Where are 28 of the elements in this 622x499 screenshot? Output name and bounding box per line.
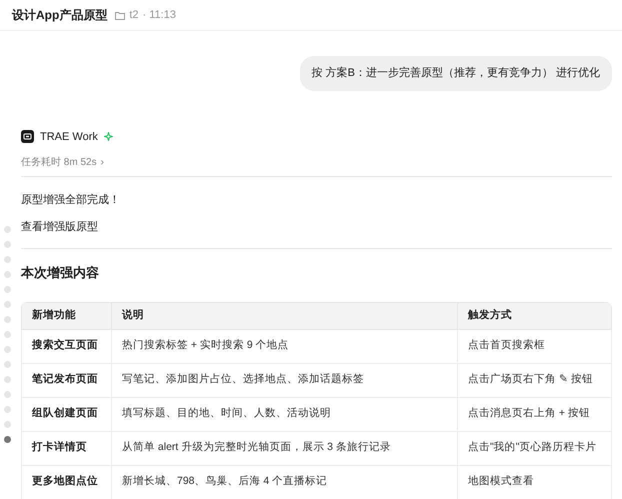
task-duration-link[interactable]: 任务耗时 8m 52s › [21,155,104,170]
table-cell: 点击消息页右上角 + 按钮 [458,397,612,431]
column-header: 新增功能 [22,302,112,329]
column-header: 触发方式 [458,302,612,329]
folder-icon [115,10,126,20]
table-cell: 搜索交互页面 [22,329,112,363]
conversation-title: 设计App产品原型 [12,7,108,24]
app-logo-icon [21,130,34,144]
table-cell: 更多地图点位 [22,465,112,499]
agent-name: TRAE Work [40,130,98,144]
section-heading: 本次增强内容 [21,264,100,282]
table-cell: 写笔记、添加图片占位、选择地点、添加话题标签 [112,363,458,397]
table-cell: 点击"我的"页心路历程卡片 [458,431,612,465]
sparkle-icon [104,132,113,142]
timestamp: · 11:13 [142,8,176,23]
status-message: 原型增强全部完成！ [21,192,120,208]
view-prototype-link[interactable]: 查看增强版原型 [21,218,98,235]
table-cell: 组队创建页面 [22,397,112,431]
table-cell: 填写标题、目的地、时间、人数、活动说明 [112,397,458,431]
table-cell: 笔记发布页面 [22,363,112,397]
folder-name: t2 [129,8,139,23]
column-header: 说明 [112,302,458,329]
table-cell: 点击首页搜索框 [458,329,612,363]
table-cell: 打卡详情页 [22,431,112,465]
table-cell: 热门搜索标签 + 实时搜索 9 个地点 [112,329,458,363]
table-cell: 从简单 alert 升级为完整时光轴页面，展示 3 条旅行记录 [112,431,458,465]
user-message-bubble: 按 方案B：进一步完善原型（推荐，更有竞争力） 进行优化 [300,56,612,90]
table-cell: 点击广场页右下角 ✎ 按钮 [458,363,612,397]
